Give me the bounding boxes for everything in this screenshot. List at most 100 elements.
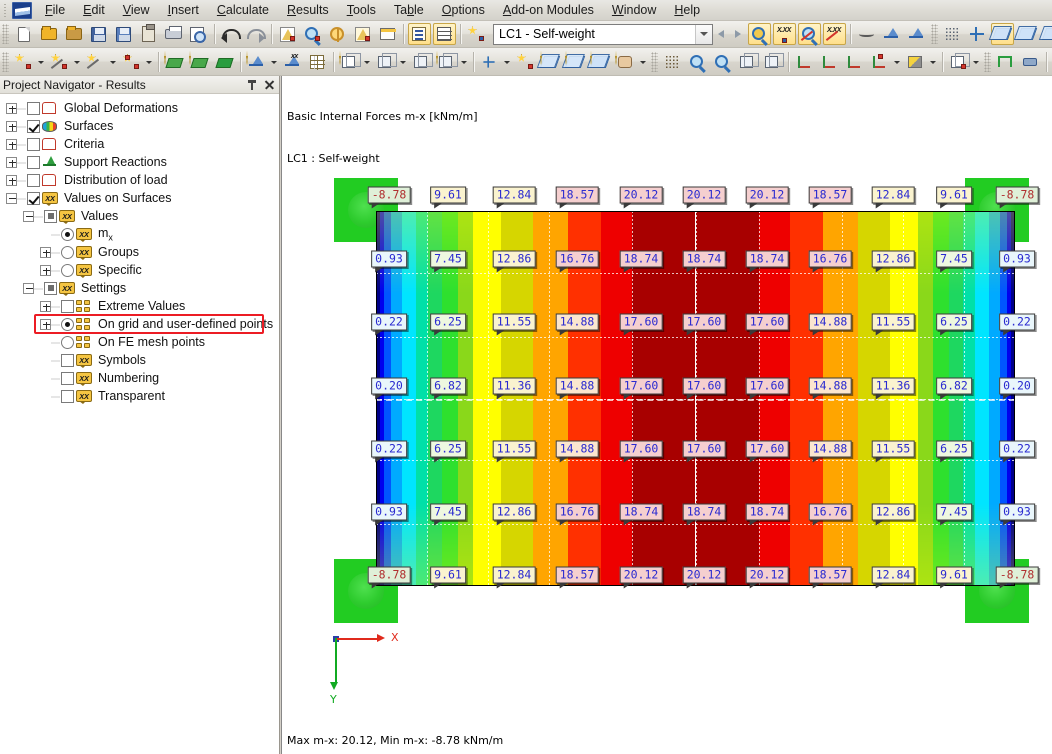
expander-icon[interactable] [6,121,17,132]
toolbar-grip-2[interactable] [931,24,938,44]
checkbox-off[interactable] [27,102,40,115]
new-support-dropdown-icon[interactable] [269,51,280,73]
sidebar-item-settings[interactable]: XXSettings [0,279,279,297]
show-support-2-icon[interactable] [905,23,928,45]
open-package-icon[interactable] [62,23,85,45]
menu-window[interactable]: Window [603,1,665,19]
menu-tools[interactable]: Tools [338,1,385,19]
sidebar-item-symbols[interactable]: XXSymbols [0,351,279,369]
view-direction-dropdown-icon[interactable] [892,51,903,73]
checkbox-grey[interactable] [44,210,57,223]
object-snap-icon[interactable] [966,23,989,45]
new-opening-dropdown-icon[interactable] [362,51,373,73]
model-render-icon[interactable] [661,51,684,73]
sidebar-item-on-fe-mesh-points[interactable]: On FE mesh points [0,333,279,351]
display-navigator-icon[interactable] [408,23,431,45]
next-load-case-icon[interactable] [730,24,747,44]
select-objects-icon[interactable] [276,23,299,45]
new-solid-icon[interactable] [410,51,433,73]
checkbox-off[interactable] [27,156,40,169]
new-support-icon[interactable] [188,51,211,73]
menu-edit[interactable]: Edit [74,1,114,19]
new-node-icon[interactable] [12,51,35,73]
sidebar-item-numbering[interactable]: XXNumbering [0,369,279,387]
new-cross-section-dropdown-icon[interactable] [398,51,409,73]
checkbox-off[interactable] [27,138,40,151]
mirror-icon[interactable] [539,51,562,73]
checkbox-checked[interactable] [27,192,40,205]
view-plane-xy-icon[interactable] [991,23,1014,45]
pin-icon[interactable] [245,78,259,92]
new-solid-set-icon[interactable] [435,51,458,73]
view-plane-xz-icon[interactable] [1041,23,1052,45]
sidebar-item-mx[interactable]: XXmx [0,225,279,243]
result-value-text-icon[interactable]: X.XX [823,23,846,45]
expander-icon[interactable] [6,157,17,168]
view-z-icon[interactable] [843,51,866,73]
open-file-icon[interactable] [37,23,60,45]
sidebar-item-values[interactable]: XXValues [0,207,279,225]
expander-icon[interactable] [40,301,51,312]
radio-unselected[interactable] [61,336,74,349]
project-icon[interactable] [589,51,612,73]
view-y-icon[interactable] [818,51,841,73]
extrude-icon[interactable] [614,51,637,73]
expander-icon[interactable] [6,193,17,204]
checkbox-off[interactable] [61,354,74,367]
new-surface-support-icon[interactable] [306,51,329,73]
expander-icon[interactable] [6,175,17,186]
menu-results[interactable]: Results [278,1,338,19]
view-minus-x-icon[interactable] [868,51,891,73]
circle-select-icon[interactable] [326,23,349,45]
new-nodal-support-icon[interactable] [245,51,268,73]
sidebar-item-groups[interactable]: XXGroups [0,243,279,261]
toolbar-grip-1[interactable] [2,24,9,44]
show-whole-model-icon[interactable] [736,51,759,73]
new-line-support-icon[interactable]: xx [281,51,304,73]
new-opening-icon[interactable] [338,51,361,73]
view-x-icon[interactable] [793,51,816,73]
view-mode-dropdown-icon[interactable] [971,51,982,73]
expander-icon[interactable] [40,265,51,276]
clipboard-icon[interactable] [137,23,160,45]
checkbox-checked[interactable] [27,120,40,133]
results-on-surfaces-icon[interactable] [748,23,771,45]
new-surface-icon[interactable] [213,51,236,73]
new-solid-set-dropdown-icon[interactable] [459,51,470,73]
sidebar-item-on-grid-and-user-defined-points[interactable]: On grid and user-defined points [0,315,279,333]
sidebar-item-criteria[interactable]: Criteria [0,135,279,153]
zoom-out-icon[interactable] [711,51,734,73]
zoom-node-icon[interactable] [301,23,324,45]
menubar-grip[interactable] [1,2,10,18]
chevron-down-icon[interactable] [695,25,712,44]
toolbar-grip-4[interactable] [651,52,658,72]
view-mode-icon[interactable] [947,51,970,73]
menu-insert[interactable]: Insert [159,1,208,19]
deformation-icon[interactable] [855,23,878,45]
expander-icon[interactable] [6,139,17,150]
radio-selected[interactable] [61,318,74,331]
result-values-icon[interactable]: X.XX [773,23,796,45]
sidebar-item-values-on-surfaces[interactable]: XXValues on Surfaces [0,189,279,207]
view-plane-yz-icon[interactable] [1016,23,1039,45]
show-support-icon[interactable] [880,23,903,45]
print-icon[interactable] [162,23,185,45]
new-line-icon[interactable] [48,51,71,73]
menu-file[interactable]: File [36,1,74,19]
new-polyline-dropdown-icon[interactable] [144,51,155,73]
checkbox-off[interactable] [61,372,74,385]
rendering-icon[interactable] [904,51,927,73]
picture-icon[interactable] [1019,51,1042,73]
new-window-icon[interactable] [376,23,399,45]
expander-icon[interactable] [40,319,51,330]
toolbar-grip-5[interactable] [984,52,991,72]
load-wizard-icon[interactable] [465,23,488,45]
zoom-window-icon[interactable] [686,51,709,73]
new-node-dropdown-icon[interactable] [36,51,47,73]
new-polyline-icon[interactable] [120,51,143,73]
checkbox-off[interactable] [61,300,74,313]
undo-icon[interactable] [219,23,242,45]
menu-table[interactable]: Table [385,1,433,19]
sidebar-item-transparent[interactable]: XXTransparent [0,387,279,405]
checkbox-off[interactable] [61,390,74,403]
